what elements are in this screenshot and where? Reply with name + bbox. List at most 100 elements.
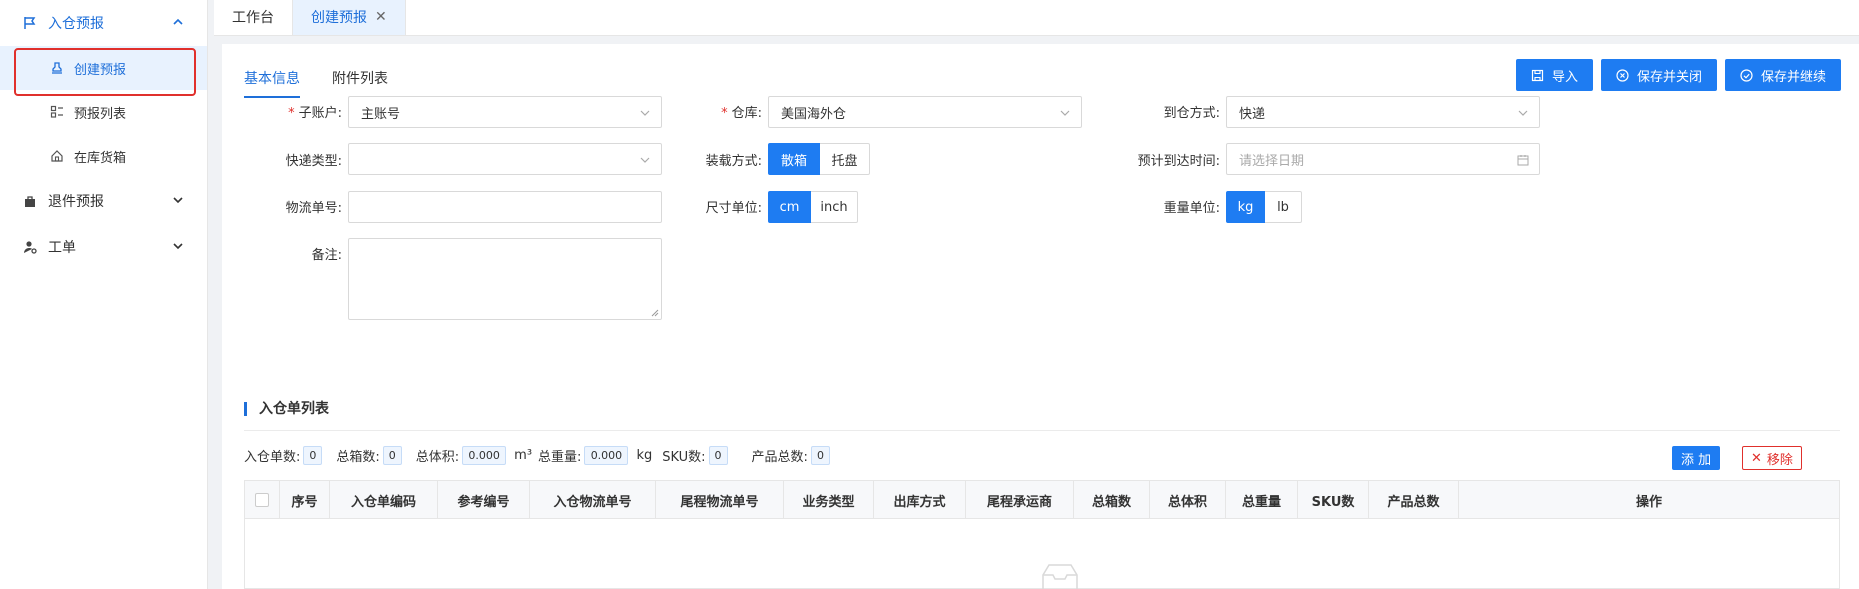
column-header: 业务类型 [784,481,874,519]
nav-group-label: 入仓预报 [48,16,104,32]
chevron-up-icon [173,18,183,25]
button-label: 导入 [1551,69,1578,85]
size-unit-label: 尺寸单位: [705,201,762,216]
user-gear-icon [22,239,38,255]
column-header: 参考编号 [438,481,530,519]
import-icon [1531,69,1544,81]
product-count: 0 [810,446,830,465]
main-panel: 基本信息 附件列表 导入 保存并关闭 保存并继续 * 子账户: 主账号 * 仓库: … [222,44,1859,589]
column-header: 入仓物流单号 [530,481,656,519]
subtab-basic-info[interactable]: 基本信息 [244,58,300,98]
chevron-down-icon [173,243,183,250]
eta-date-picker[interactable]: 请选择日期 [1226,143,1540,175]
stat-label: 入仓单数: [244,450,301,465]
stat-label: SKU数: [662,450,706,465]
button-label: 保存并关闭 [1636,69,1702,85]
sidebar: 入仓预报 创建预报 预报列表 在库货箱 退件预报 工单 [0,0,208,589]
date-placeholder: 请选择日期 [1239,153,1305,169]
subtab-attachments[interactable]: 附件列表 [332,58,388,98]
sidebar-item-label: 创建预报 [74,62,127,78]
nav-group-return-forecast[interactable]: 退件预报 [0,178,207,224]
weight-unit-label: 重量单位: [1163,201,1220,216]
stat-label: 总箱数: [336,450,380,465]
label-text: 子账户: [298,106,342,121]
nav-group-inbound-forecast[interactable]: 入仓预报 [0,0,207,46]
arrival-mode-select[interactable]: 快递 [1226,96,1540,128]
size-unit-toggle: cm inch [768,191,858,223]
stamp-icon [50,61,64,75]
weight-unit-lb[interactable]: lb [1265,191,1302,223]
arrival-mode-label: 到仓方式: [1163,106,1220,121]
sidebar-item-label: 在库货箱 [74,150,127,166]
nav-group-ticket[interactable]: 工单 [0,224,207,270]
select-all-checkbox[interactable] [255,493,269,507]
import-button[interactable]: 导入 [1515,59,1593,91]
inbound-stats: 入仓单数: 0 总箱数: 0 总体积: 0.000 m³ 总重量: 0.000 … [244,446,844,465]
resize-handle-icon[interactable] [651,309,659,317]
sub-account-select[interactable]: 主账号 [348,96,662,128]
tab-bar: 工作台 创建预报 ✕ [214,0,1859,36]
close-icon: ✕ [1751,450,1762,466]
sidebar-item-label: 预报列表 [74,106,127,122]
check-circle-icon [1740,68,1753,82]
save-close-button[interactable]: 保存并关闭 [1600,59,1717,91]
total-weight: 0.000 [584,446,629,465]
chevron-down-icon [1518,110,1528,116]
weight-unit-toggle: kg lb [1226,191,1302,223]
close-icon[interactable]: ✕ [375,9,387,25]
label-text: 仓库: [731,106,762,121]
express-type-select[interactable] [348,143,662,175]
add-button[interactable]: 添 加 [1672,446,1721,470]
nav-group-label: 工单 [48,240,76,256]
subtabs: 基本信息 附件列表 [244,58,420,98]
column-header: 操作 [1635,494,1662,510]
remark-label: 备注: [311,248,342,263]
stat-label: 总体积: [415,450,460,465]
column-header: 总体积 [1150,481,1226,519]
express-type-label: 快递类型: [285,154,342,169]
nav-group-label: 退件预报 [48,194,104,210]
bag-icon [22,193,38,209]
column-header: 出库方式 [874,481,966,519]
tab-label: 工作台 [232,10,274,26]
tab-workbench[interactable]: 工作台 [214,0,293,35]
required-icon: * [288,106,295,121]
sidebar-item-create-forecast[interactable]: 创建预报 [0,46,207,90]
column-header: 总重量 [1226,481,1298,519]
chevron-down-icon [173,197,183,204]
column-header: 尾程承运商 [966,481,1074,519]
inbound-list-title: 入仓单列表 [244,402,329,416]
weight-unit-kg[interactable]: kg [1226,191,1265,223]
remove-button[interactable]: ✕ 移除 [1742,446,1802,470]
close-circle-icon [1616,68,1629,82]
tracking-number-input[interactable] [348,191,662,223]
loading-option-pallet[interactable]: 托盘 [820,143,870,175]
save-continue-button[interactable]: 保存并继续 [1724,59,1841,91]
table-header: 序号 入仓单编码 参考编号 入仓物流单号 尾程物流单号 业务类型 出库方式 尾程… [245,481,1839,519]
size-unit-cm[interactable]: cm [768,191,811,223]
sub-account-label: * 子账户: [222,102,342,121]
sidebar-item-forecast-list[interactable]: 预报列表 [0,90,207,134]
column-header: 尾程物流单号 [656,481,784,519]
box-count: 0 [382,446,402,465]
weight-unit: kg [636,448,653,463]
tab-create-forecast[interactable]: 创建预报 ✕ [293,0,406,35]
total-volume: 0.000 [462,446,507,465]
calendar-icon [1517,155,1529,166]
column-header: 总箱数 [1074,481,1150,519]
size-unit-inch[interactable]: inch [811,191,858,223]
loading-option-loose[interactable]: 散箱 [768,143,820,175]
sidebar-item-stock-boxes[interactable]: 在库货箱 [0,134,207,178]
remark-textarea[interactable] [348,238,662,320]
order-count: 0 [303,446,323,465]
button-label: 保存并继续 [1760,69,1826,85]
warehouse-label: * 仓库: [642,102,762,121]
tracking-number-label: 物流单号: [285,201,342,216]
column-header: SKU数 [1298,481,1369,519]
select-value: 快递 [1239,106,1266,122]
warehouse-select[interactable]: 美国海外仓 [768,96,1082,128]
column-header: 入仓单编码 [330,481,438,519]
stat-label: 产品总数: [751,450,808,465]
volume-unit: m³ [514,448,533,463]
stat-label: 总重量: [538,450,582,465]
